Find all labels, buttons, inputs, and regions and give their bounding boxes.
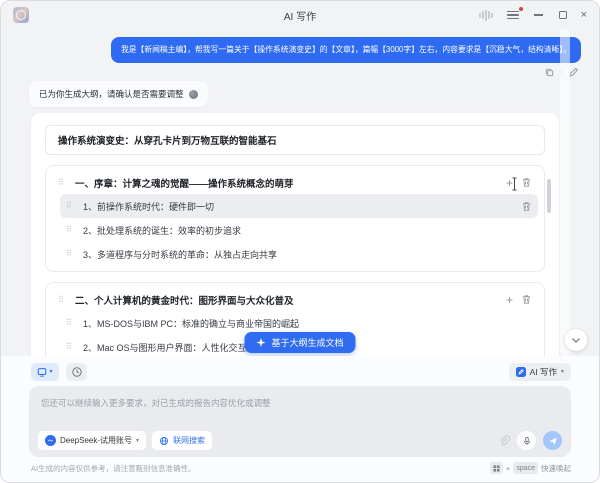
scrollbar-track[interactable] (560, 29, 570, 356)
outline-item-row[interactable]: ⠿ 2、批处理系统的诞生：效率的初步追求 (60, 218, 538, 242)
microphone-button[interactable] (517, 431, 536, 450)
outline-item-text: 1、MS-DOS与IBM PC：标准的确立与商业帝国的崛起 (83, 317, 532, 330)
shortcut-hint: + space 快速唤起 (490, 462, 571, 474)
mode-label: AI 写作 (530, 366, 557, 378)
copy-icon[interactable] (544, 67, 555, 78)
menu-icon[interactable] (507, 10, 519, 20)
notification-dot (519, 7, 523, 11)
chat-area: 我是【新闻稿主编】，帮我写一篇关于【操作系统演变史】的【文章】，篇幅【3000字… (1, 29, 599, 356)
add-item-icon[interactable]: + (506, 294, 513, 306)
model-label: DeepSeek-试用账号 (60, 435, 132, 446)
attachment-icon[interactable] (497, 434, 510, 447)
sparkle-icon (256, 338, 265, 347)
outline-section: ⠿ 一、序章：计算之魂的觉醒——操作系统概念的萌芽 + ⠿ 1、前操作系统时代：… (45, 165, 545, 272)
outline-item-text: 2、批处理系统的诞生：效率的初步追求 (83, 224, 532, 237)
note-status-icon (189, 90, 198, 99)
composer-toolbar: ▾ AI 写作 ▾ (31, 363, 571, 381)
voice-input-icon[interactable] (479, 9, 493, 21)
minimize-button[interactable] (533, 9, 545, 21)
assistant-message: 已为你生成大纲，请确认是否需要调整 (29, 81, 208, 107)
drag-handle-icon[interactable]: ⠿ (66, 343, 75, 351)
assistant-note-text: 已为你生成大纲，请确认是否需要调整 (39, 88, 184, 100)
scroll-to-bottom-button[interactable] (565, 329, 587, 351)
globe-icon (159, 436, 169, 446)
composer-footer: AI生成的内容仅供参考，请注意甄别信息准确性。 + space 快速唤起 (31, 462, 571, 474)
outline-item-row[interactable]: ⠿ 3、多道程序与分时系统的革命：从独占走向共享 (60, 242, 538, 266)
space-key-badge: space (513, 462, 538, 474)
close-button[interactable]: × (581, 10, 587, 21)
chevron-down-icon: ▾ (561, 369, 564, 375)
disclaimer-text: AI生成的内容仅供参考，请注意甄别信息准确性。 (31, 463, 196, 474)
history-button[interactable] (66, 363, 87, 381)
delete-icon[interactable] (521, 177, 532, 188)
generate-doc-button[interactable]: 基于大纲生成文档 (244, 332, 355, 353)
outline-item-row[interactable]: ⠿ 1、前操作系统时代：硬件即一切 (60, 194, 538, 218)
drag-handle-icon[interactable]: ⠿ (66, 226, 75, 234)
drag-handle-icon[interactable]: ⠿ (66, 250, 75, 258)
ai-writer-icon (516, 367, 526, 377)
deepseek-icon (45, 435, 56, 446)
drag-handle-icon[interactable]: ⠿ (66, 202, 75, 210)
shortcut-hint-text: 快速唤起 (541, 463, 571, 474)
titlebar: AI 写作 × (1, 1, 599, 29)
composer-actions (497, 431, 562, 450)
user-message: 我是【新闻稿主编】，帮我写一篇关于【操作系统演变史】的【文章】，篇幅【3000字… (111, 37, 581, 63)
outline-item-text: 1、前操作系统时代：硬件即一切 (83, 200, 513, 213)
drag-handle-icon[interactable]: ⠿ (58, 179, 67, 187)
web-search-label: 联网搜索 (173, 435, 205, 446)
scrollbar-thumb[interactable] (547, 179, 551, 213)
section-heading: 一、序章：计算之魂的觉醒——操作系统概念的萌芽 (75, 176, 498, 190)
section-heading-row[interactable]: ⠿ 一、序章：计算之魂的觉醒——操作系统概念的萌芽 + (52, 171, 538, 194)
outline-panel: 操作系统演变史：从穿孔卡片到万物互联的智能基石 ⠿ 一、序章：计算之魂的觉醒——… (31, 113, 559, 356)
app-window: AI 写作 × 我是【新闻稿主编】，帮我写一篇关于【操作系统演变史】的【文章】，… (0, 0, 600, 483)
web-search-toggle[interactable]: 联网搜索 (152, 431, 212, 450)
outline-title[interactable]: 操作系统演变史：从穿孔卡片到万物互联的智能基石 (45, 125, 545, 155)
text-cursor-icon (510, 177, 519, 196)
mode-selector[interactable]: AI 写作 ▾ (509, 363, 571, 381)
shortcut-plus: + (506, 464, 510, 473)
chevron-down-icon: ▾ (136, 438, 139, 444)
drag-handle-icon[interactable]: ⠿ (58, 296, 67, 304)
new-chat-button[interactable]: ▾ (31, 363, 59, 381)
generate-doc-label: 基于大纲生成文档 (271, 336, 343, 349)
composer-panel: ▾ AI 写作 ▾ D (1, 356, 599, 483)
outline-item-text: 3、多道程序与分时系统的革命：从独占走向共享 (83, 248, 532, 261)
section-heading-row[interactable]: ⠿ 二、个人计算机的黄金时代：图形界面与大众化普及 + (52, 288, 538, 311)
section-heading: 二、个人计算机的黄金时代：图形界面与大众化普及 (75, 293, 498, 307)
drag-handle-icon[interactable]: ⠿ (66, 319, 75, 327)
delete-icon[interactable] (521, 294, 532, 305)
maximize-button[interactable] (559, 11, 567, 19)
delete-icon[interactable] (521, 201, 532, 212)
model-selector[interactable]: DeepSeek-试用账号 ▾ (38, 431, 146, 450)
titlebar-controls: × (479, 9, 587, 21)
send-button[interactable] (543, 431, 562, 450)
chevron-down-icon: ▾ (49, 369, 52, 375)
win-key-icon (490, 462, 503, 474)
composer-options: DeepSeek-试用账号 ▾ 联网搜索 (38, 431, 212, 450)
message-input-box[interactable]: DeepSeek-试用账号 ▾ 联网搜索 (29, 386, 571, 457)
